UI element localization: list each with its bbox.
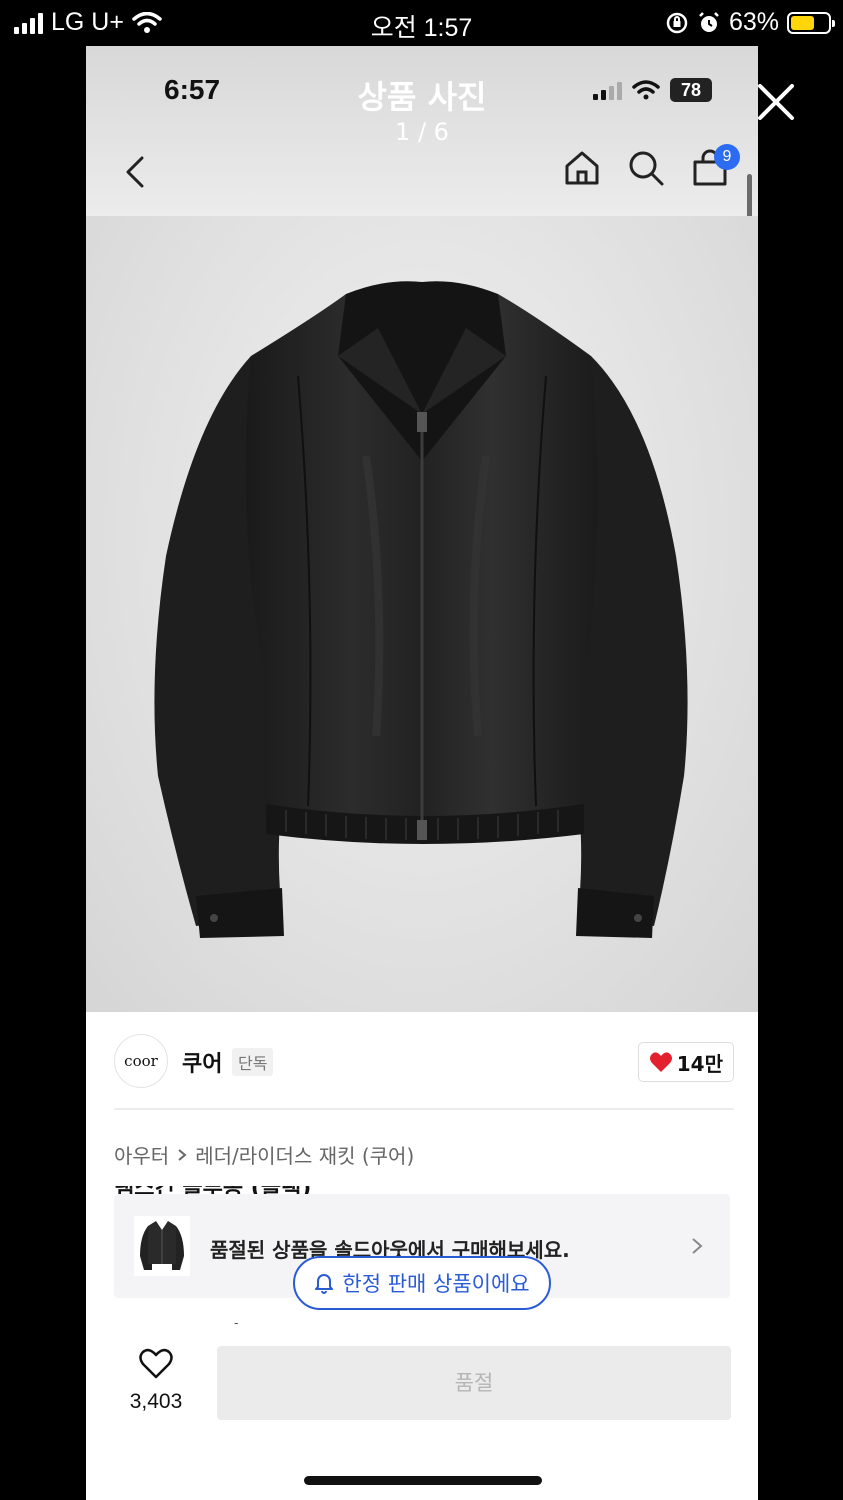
product-photo[interactable]: [86, 216, 758, 1012]
cart-badge: 9: [714, 144, 740, 170]
header-actions: 9: [562, 144, 740, 188]
soldout-buy-button[interactable]: 품절: [217, 1346, 731, 1420]
battery-fill: [791, 15, 814, 30]
cart-button[interactable]: 9: [690, 144, 740, 188]
product-title-partial: 램스킨 블루종 (블랙): [114, 1186, 734, 1194]
heart-filled-icon: [649, 1052, 672, 1072]
close-icon[interactable]: [754, 80, 798, 124]
home-icon[interactable]: [562, 148, 602, 188]
search-icon[interactable]: [626, 148, 666, 188]
product-price: 253,000원: [114, 1316, 414, 1324]
chevron-right-icon: [692, 1238, 703, 1254]
soldout-thumbnail: [134, 1216, 190, 1276]
limited-sale-text: 한정 판매 상품이에요: [342, 1272, 530, 1296]
chevron-right-icon: [178, 1148, 187, 1161]
outer-status-bar: LG U+ 오전 1:57 63%: [0, 0, 843, 46]
breadcrumb: 아우터 레더/라이더스 재킷 (쿠어): [114, 1140, 414, 1169]
product-screenshot: 6:57 상품 사진 1 / 6 78 9 coor 쿠어 단독 14만 아우터…: [86, 46, 758, 1500]
app-header: 6:57 상품 사진 1 / 6 78 9: [86, 46, 758, 216]
battery-icon: [787, 11, 835, 34]
inner-wifi-icon: [632, 80, 660, 100]
brand-name[interactable]: 쿠어: [182, 1046, 222, 1078]
heart-outline-icon: [139, 1348, 173, 1379]
brand-logo[interactable]: coor: [114, 1034, 168, 1088]
inner-signal-icon: [593, 80, 622, 100]
brand-row: coor 쿠어 단독 14만: [114, 1034, 734, 1090]
inner-status-right: 78: [593, 78, 712, 102]
limited-sale-pill[interactable]: 한정 판매 상품이에요: [293, 1256, 551, 1310]
divider: [114, 1108, 734, 1110]
breadcrumb-category[interactable]: 아우터: [114, 1140, 169, 1169]
rotation-lock-icon: [666, 12, 688, 33]
outer-status-right: 63%: [665, 8, 835, 37]
back-icon[interactable]: [122, 154, 152, 190]
bottom-action-bar: 3,403 품절: [86, 1332, 758, 1500]
home-indicator[interactable]: [304, 1476, 542, 1485]
product-price-partial: 253,000원: [114, 1314, 414, 1324]
bell-icon: [315, 1274, 334, 1294]
wishlist-button[interactable]: 3,403: [114, 1348, 198, 1428]
exclusive-badge: 단독: [232, 1048, 274, 1076]
product-title: 램스킨 블루종 (블랙): [114, 1186, 734, 1194]
inner-battery-icon: 78: [670, 78, 712, 102]
alarm-icon: [699, 11, 719, 32]
wishlist-count: 3,403: [129, 1390, 183, 1413]
photo-counter: 1 / 6: [395, 118, 449, 146]
brand-like-button[interactable]: 14만: [637, 1042, 734, 1082]
breadcrumb-subcategory[interactable]: 레더/라이더스 재킷 (쿠어): [195, 1140, 414, 1169]
jacket-thumbnail-image: [140, 1221, 184, 1270]
brand-like-count: 14만: [676, 1051, 723, 1076]
jacket-image: [154, 281, 688, 938]
battery-percent: 63%: [728, 8, 779, 36]
